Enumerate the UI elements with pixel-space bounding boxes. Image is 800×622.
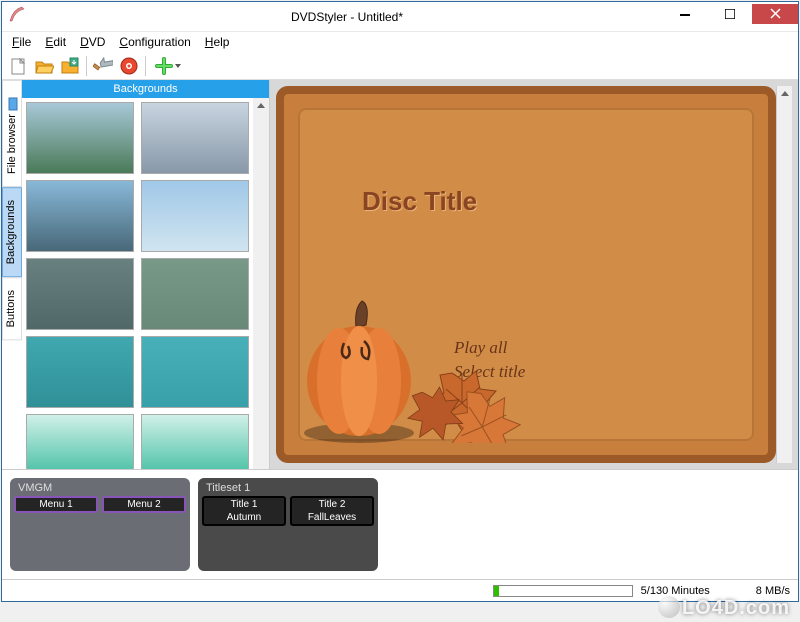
- tab-buttons[interactable]: Buttons: [2, 277, 22, 340]
- new-project-button[interactable]: [6, 54, 30, 78]
- timeline: VMGM Menu 1 Disc Title Menu 2 Titleset 1…: [2, 469, 798, 579]
- toolbar-separator: [86, 56, 87, 76]
- background-thumb[interactable]: [26, 258, 134, 330]
- background-thumb[interactable]: [141, 336, 249, 408]
- scrollbar-vertical[interactable]: [253, 98, 269, 490]
- add-button[interactable]: [150, 54, 186, 78]
- disc-title-text[interactable]: Disc Title: [362, 186, 477, 217]
- toolbar-separator: [145, 56, 146, 76]
- tab-buttons-label: Buttons: [5, 290, 17, 327]
- side-tabs: File browser Backgrounds Buttons: [2, 80, 22, 469]
- save-project-button[interactable]: [58, 54, 82, 78]
- background-thumb[interactable]: [141, 180, 249, 252]
- tab-backgrounds[interactable]: Backgrounds: [2, 187, 22, 277]
- folder-icon: [5, 97, 19, 111]
- timeline-titleset1-group: Titleset 1 Title 1 AutumnTitle 2 FallLea…: [198, 478, 378, 571]
- timeline-item-footer: Autumn: [204, 511, 284, 524]
- timeline-item-label: Title 2: [292, 498, 372, 511]
- maximize-button[interactable]: [707, 4, 752, 24]
- timeline-item-footer: FallLeaves: [292, 511, 372, 524]
- backgrounds-panel: Backgrounds: [22, 80, 270, 469]
- minimize-button[interactable]: [662, 4, 707, 24]
- tab-file-browser[interactable]: File browser: [2, 80, 22, 187]
- timeline-item-label: Menu 1: [16, 498, 96, 511]
- status-bitrate: 8 MB/s: [756, 585, 790, 597]
- timeline-item-label: Menu 2: [104, 498, 184, 511]
- preview-area: Disc Title Play all Select title: [270, 80, 798, 469]
- vmgm-label: VMGM: [14, 482, 186, 496]
- burn-button[interactable]: [117, 54, 141, 78]
- background-thumb[interactable]: [141, 102, 249, 174]
- menu-help[interactable]: Help: [199, 35, 236, 49]
- timeline-title-item[interactable]: Title 1 Autumn: [202, 496, 286, 526]
- app-window: DVDStyler - Untitled* File Edit DVD Conf…: [1, 1, 799, 602]
- menu-configuration[interactable]: Configuration: [113, 35, 196, 49]
- tab-file-browser-label: File browser: [6, 114, 18, 174]
- progress-bar: [493, 585, 633, 597]
- toolbar: [2, 52, 798, 80]
- backgrounds-grid: [22, 98, 253, 490]
- status-minutes: 5/130 Minutes: [641, 585, 710, 597]
- background-thumb[interactable]: [26, 180, 134, 252]
- menu-file[interactable]: File: [6, 35, 37, 49]
- statusbar: 5/130 Minutes 8 MB/s: [2, 579, 798, 601]
- menubar: File Edit DVD Configuration Help: [2, 32, 798, 52]
- open-project-button[interactable]: [32, 54, 56, 78]
- menu-preview[interactable]: Disc Title Play all Select title: [276, 86, 776, 463]
- dvd-menu-background: Disc Title Play all Select title: [276, 86, 776, 463]
- background-thumb[interactable]: [26, 336, 134, 408]
- panel-header: Backgrounds: [22, 80, 269, 98]
- main-area: File browser Backgrounds Buttons Backgro…: [2, 80, 798, 469]
- pumpkin-decoration: [304, 263, 564, 443]
- titlebar: DVDStyler - Untitled*: [2, 2, 798, 32]
- preview-scrollbar[interactable]: [776, 86, 792, 463]
- tab-backgrounds-label: Backgrounds: [5, 200, 17, 264]
- background-thumb[interactable]: [26, 102, 134, 174]
- timeline-vmgm-group: VMGM Menu 1 Disc Title Menu 2: [10, 478, 190, 571]
- timeline-menu-item[interactable]: Menu 1 Disc Title: [14, 496, 98, 513]
- background-thumb[interactable]: [141, 258, 249, 330]
- window-title: DVDStyler - Untitled*: [32, 10, 662, 24]
- app-icon: [8, 5, 32, 29]
- timeline-title-item[interactable]: Title 2 FallLeaves: [290, 496, 374, 526]
- progress-fill: [494, 586, 500, 596]
- menu-edit[interactable]: Edit: [39, 35, 72, 49]
- timeline-item-label: Title 1: [204, 498, 284, 511]
- timeline-menu-item[interactable]: Menu 2: [102, 496, 186, 513]
- close-button[interactable]: [752, 4, 798, 24]
- titleset1-label: Titleset 1: [202, 482, 374, 496]
- menu-dvd[interactable]: DVD: [74, 35, 111, 49]
- settings-button[interactable]: [91, 54, 115, 78]
